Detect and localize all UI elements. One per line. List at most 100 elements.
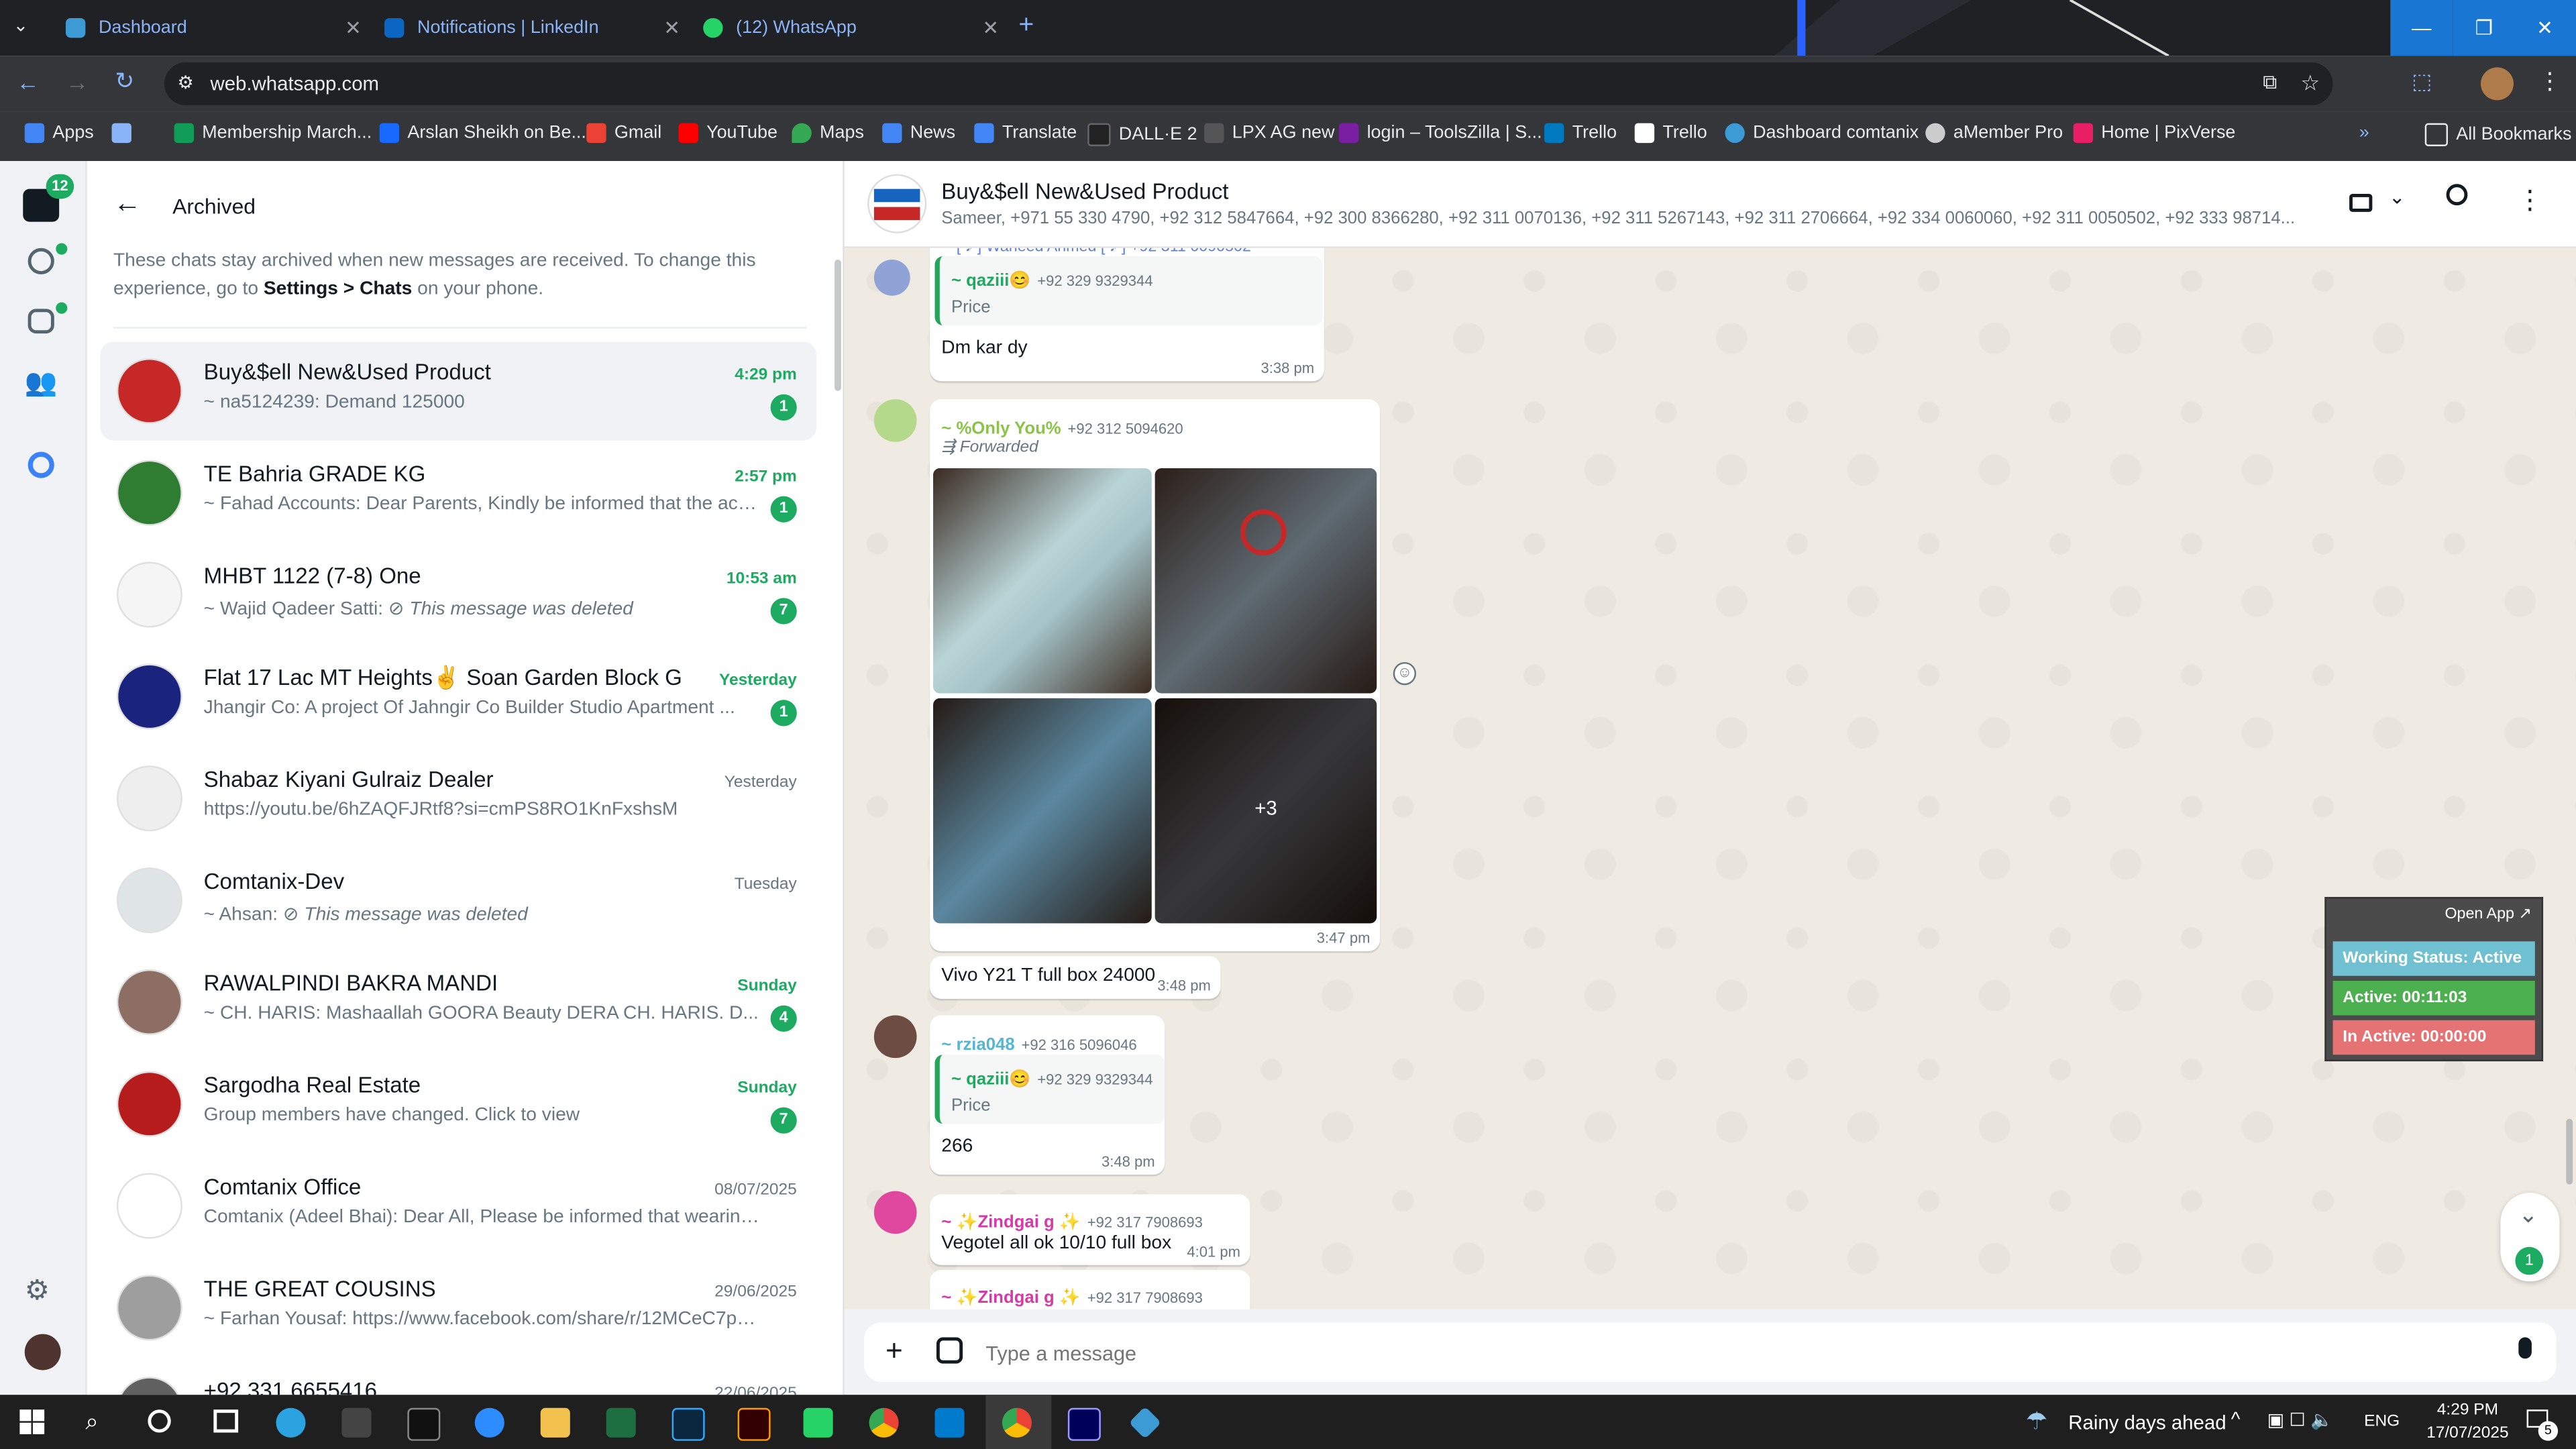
back-arrow-icon[interactable]: ← [113, 187, 142, 220]
weather-icon[interactable]: ☂ [2026, 1406, 2048, 1436]
bookmark-item[interactable]: LPX AG new [1204, 123, 1335, 144]
chrome-icon[interactable] [869, 1407, 899, 1438]
chrome-icon[interactable] [1002, 1407, 1032, 1438]
message-bubble[interactable]: ~ ✨Zindgai g ✨ +92 317 7908693 Vegotel al… [930, 1194, 1250, 1265]
chat-avatar[interactable] [116, 765, 182, 832]
pen-icon[interactable] [341, 1407, 372, 1438]
tray-chevron-icon[interactable]: ^ [2231, 1408, 2241, 1431]
communities-icon[interactable]: 👥 [25, 366, 58, 399]
chat-avatar[interactable] [116, 1173, 182, 1239]
chat-list-item[interactable]: RAWALPINDI BAKRA MANDI ~ CH. HARIS: Masha… [100, 953, 816, 1051]
chat-list-item[interactable]: TE Bahria GRADE KG ~ Fahad Accounts: Dear… [100, 443, 816, 542]
message-bubble[interactable]: ~ [ ♪ ] Waheed Ahmed [ ♪ ] +92 311 00905… [930, 248, 1324, 382]
quoted-message[interactable]: ~ qaziii😊 +92 329 9329344 Price [934, 256, 1323, 325]
chat-avatar[interactable] [116, 969, 182, 1035]
chat-avatar[interactable] [116, 1071, 182, 1137]
chat-list-item[interactable]: THE GREAT COUSINS ~ Farhan Yousaf: https:… [100, 1258, 816, 1357]
start-icon[interactable] [19, 1409, 45, 1434]
chat-list-item[interactable]: Comtanix-Dev ~ Ahsan: ⊘ This message was … [100, 851, 816, 950]
bookmark-item[interactable] [111, 123, 140, 144]
clock-time[interactable]: 4:29 PM [2422, 1401, 2514, 1419]
back-icon[interactable]: ← [16, 69, 39, 95]
site-info-icon[interactable]: ⚙ [177, 72, 193, 93]
close-window-button[interactable]: ✕ [2513, 0, 2576, 56]
language-indicator[interactable]: ENG [2364, 1413, 2400, 1431]
tracker-app-icon[interactable] [1128, 1406, 1162, 1440]
status-icon[interactable] [28, 248, 54, 274]
chat-list-item[interactable]: Flat 17 Lac MT Heights✌️ Soan Garden Blo… [100, 647, 816, 746]
edge-icon[interactable] [276, 1407, 306, 1438]
terminal-icon[interactable] [407, 1407, 441, 1441]
chat-avatar[interactable] [116, 663, 182, 730]
tab-linkedin[interactable]: Notifications | LinkedIn ✕ [368, 0, 697, 56]
bookmark-star-icon[interactable]: ☆ [2300, 70, 2320, 97]
vscode-icon[interactable] [934, 1407, 965, 1438]
photoshop-icon[interactable] [672, 1407, 705, 1441]
tab-dashboard[interactable]: Dashboard ✕ [49, 0, 378, 56]
phone-app-icon[interactable] [803, 1407, 833, 1438]
video-call-icon[interactable] [2349, 193, 2373, 212]
reload-icon[interactable]: ↻ [115, 67, 134, 95]
tab-search-icon[interactable]: ⌄ [13, 15, 29, 36]
cortana-icon[interactable] [148, 1409, 171, 1433]
chat-list-item[interactable]: Comtanix Office Comtanix (Adeel Bhai): De… [100, 1157, 816, 1255]
chat-avatar[interactable] [116, 358, 182, 424]
photo-thumbnail[interactable] [1155, 468, 1377, 694]
url-text[interactable]: web.whatsapp.com [210, 72, 379, 95]
bookmark-item[interactable]: DALL·E 2 [1087, 123, 1197, 146]
open-app-link[interactable]: Open App ↗ [2445, 905, 2531, 923]
bookmark-item[interactable]: Trello [1544, 123, 1617, 144]
chat-list-item[interactable]: +92 331 6655416 22/06/2025 [100, 1360, 816, 1395]
bookmark-item[interactable]: Maps [792, 123, 864, 144]
tab-whatsapp[interactable]: (12) WhatsApp ✕ [687, 0, 1016, 56]
bookmark-item[interactable]: login – ToolsZilla | S... [1338, 123, 1542, 144]
chat-avatar[interactable] [116, 460, 182, 526]
zoom-icon[interactable] [474, 1407, 504, 1438]
chat-list-item[interactable]: Buy&$ell New&Used Product ~ na5124239: De… [100, 341, 817, 441]
bookmark-item[interactable]: Trello [1634, 123, 1707, 144]
scrollbar[interactable] [835, 259, 841, 391]
bookmark-item[interactable]: News [882, 123, 955, 144]
premiere-icon[interactable] [1067, 1407, 1101, 1441]
group-members[interactable]: Sameer, +971 55 330 4790, +92 312 584766… [941, 209, 2305, 228]
close-tab-icon[interactable]: ✕ [663, 16, 680, 39]
extensions-icon[interactable]: ⬚ [2412, 69, 2432, 95]
microphone-icon[interactable] [2518, 1337, 2532, 1359]
message-input[interactable] [982, 1336, 2435, 1372]
sticker-emoji-icon[interactable] [936, 1337, 963, 1364]
address-bar[interactable]: ⚙ web.whatsapp.com ☆ ⧉ [164, 62, 2333, 105]
weather-text[interactable]: Rainy days ahead [2068, 1411, 2226, 1434]
quoted-message[interactable]: ~ qaziii😊 +92 329 9329344 Price [934, 1055, 1165, 1124]
forward-icon[interactable]: → [66, 69, 89, 95]
restore-button[interactable]: ❐ [2453, 0, 2516, 56]
chat-avatar[interactable] [116, 1275, 182, 1341]
scroll-to-bottom-button[interactable]: ⌄ 1 [2500, 1192, 2560, 1282]
excel-icon[interactable] [606, 1407, 636, 1438]
photo-thumbnail[interactable] [933, 468, 1152, 694]
chat-avatar[interactable] [116, 867, 182, 934]
new-tab-button[interactable]: + [1018, 11, 1034, 41]
message-bubble[interactable]: Vivo Y21 T full box 24000 3:48 pm [930, 956, 1221, 999]
more-bookmarks-icon[interactable]: » [2359, 123, 2369, 143]
meta-ai-icon[interactable] [28, 451, 54, 478]
search-icon[interactable] [2446, 184, 2468, 206]
close-tab-icon[interactable]: ✕ [345, 16, 362, 39]
message-bubble[interactable]: ~ ✨Zindgai g ✨ +92 317 7908693 [930, 1270, 1250, 1309]
message-bubble[interactable]: ~ rzia048 +92 316 5096046 ~ qaziii😊 +92 32… [930, 1015, 1165, 1175]
bookmark-item[interactable]: Apps [24, 123, 94, 144]
settings-icon[interactable]: ⚙ [25, 1275, 50, 1307]
profile-avatar[interactable] [24, 1334, 61, 1371]
illustrator-icon[interactable] [737, 1407, 771, 1441]
chat-list-item[interactable]: Sargodha Real Estate Group members have c… [100, 1055, 816, 1153]
bookmark-item[interactable]: Translate [974, 123, 1077, 144]
minimize-button[interactable]: — [2390, 0, 2453, 56]
bookmark-item[interactable]: aMember Pro [1925, 123, 2063, 144]
clock-date[interactable]: 17/07/2025 [2415, 1424, 2520, 1442]
group-avatar[interactable] [867, 174, 927, 233]
bookmark-item[interactable]: Home | PixVerse [2073, 123, 2235, 144]
channels-icon[interactable] [28, 309, 54, 334]
group-title[interactable]: Buy&$ell New&Used Product [941, 179, 1228, 204]
install-app-icon[interactable]: ⧉ [2263, 70, 2277, 95]
photo-thumbnail[interactable]: +3 [1155, 698, 1377, 924]
file-explorer-icon[interactable] [540, 1407, 570, 1438]
